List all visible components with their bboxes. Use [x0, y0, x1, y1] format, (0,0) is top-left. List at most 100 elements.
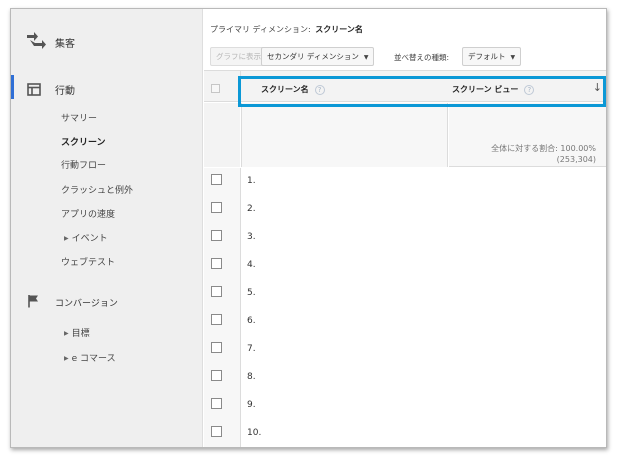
- table-header: スクリーン名? スクリーン ビュー? ↓: [204, 70, 606, 103]
- table-row[interactable]: 7.: [204, 336, 606, 364]
- sidebar-item-behavior[interactable]: 行動: [11, 77, 203, 99]
- plot-rows-label: グラフに表示: [216, 52, 261, 61]
- column-header-screen-name[interactable]: スクリーン名?: [261, 84, 325, 95]
- subitem-label: 目標: [71, 329, 90, 339]
- row-divider: [240, 196, 241, 224]
- row-index: 6.: [247, 316, 256, 326]
- row-divider: [240, 308, 241, 336]
- subitem-label: アプリの速度: [61, 210, 116, 220]
- row-checkbox[interactable]: [211, 426, 222, 437]
- sidebar-subitem-behavior-flow[interactable]: 行動フロー: [61, 158, 106, 171]
- summary-total: (253,304): [556, 155, 596, 164]
- row-check-band: [204, 252, 240, 280]
- row-checkbox[interactable]: [211, 398, 222, 409]
- sidebar-item-acquisition[interactable]: 集客: [11, 27, 203, 55]
- sidebar-subitem-web-tests[interactable]: ウェブテスト: [61, 255, 115, 268]
- subitem-label: イベント: [71, 234, 108, 244]
- caret-right-icon: ▶: [64, 235, 69, 242]
- sidebar-item-label: 集客: [55, 39, 75, 50]
- data-table: スクリーン名? スクリーン ビュー? ↓ 全体に対する割合: 100.00% (…: [204, 70, 606, 447]
- column-divider: [240, 71, 241, 103]
- secondary-dimension-dropdown[interactable]: セカンダリ ディメンション ▼: [261, 47, 375, 66]
- select-all-checkbox[interactable]: [211, 84, 220, 93]
- row-checkbox[interactable]: [211, 202, 222, 213]
- row-divider: [240, 168, 241, 196]
- row-index: 10.: [247, 428, 262, 438]
- row-divider: [240, 364, 241, 392]
- sidebar-subitem-events[interactable]: ▶ イベント: [64, 231, 108, 244]
- acquisition-arrows-icon: [24, 29, 46, 55]
- sidebar-item-label: 行動: [55, 86, 75, 97]
- row-index: 4.: [247, 260, 256, 270]
- table-row[interactable]: 2.: [204, 196, 606, 224]
- table-row[interactable]: 1.: [204, 168, 606, 196]
- table-row[interactable]: 5.: [204, 280, 606, 308]
- sidebar-subitem-crashes[interactable]: クラッシュと例外: [61, 183, 133, 196]
- subitem-label: ウェブテスト: [61, 258, 116, 268]
- row-divider: [240, 224, 241, 252]
- subitem-label: クラッシュと例外: [61, 186, 134, 196]
- sort-type-value: デフォルト: [468, 52, 506, 61]
- row-check-band: [204, 364, 240, 392]
- table-toolbar: グラフに表示 セカンダリ ディメンション ▼ 並べ替えの種類: デフォルト ▼: [204, 45, 606, 69]
- help-icon[interactable]: ?: [524, 85, 535, 95]
- subitem-label: サマリー: [61, 114, 98, 124]
- help-icon[interactable]: ?: [314, 85, 325, 95]
- summary-value-cell: 全体に対する割合: 100.00% (253,304): [449, 103, 606, 167]
- table-row[interactable]: 10.: [204, 420, 606, 447]
- row-checkbox[interactable]: [211, 370, 222, 381]
- primary-dimension-label: プライマリ ディメンション:: [210, 25, 311, 34]
- row-check-band: [204, 392, 240, 420]
- sidebar-item-conversions[interactable]: コンバージョン: [11, 291, 203, 313]
- row-divider: [240, 336, 241, 364]
- sort-descending-icon[interactable]: ↓: [593, 81, 602, 94]
- sidebar-subitem-app-speed[interactable]: アプリの速度: [61, 207, 115, 220]
- sidebar-subitem-summary[interactable]: サマリー: [61, 111, 97, 124]
- row-check-band: [204, 196, 240, 224]
- row-checkbox[interactable]: [211, 230, 222, 241]
- table-row[interactable]: 9.: [204, 392, 606, 420]
- table-row[interactable]: 8.: [204, 364, 606, 392]
- plot-rows-button[interactable]: グラフに表示: [210, 47, 267, 66]
- table-row[interactable]: 4.: [204, 252, 606, 280]
- primary-dimension-value[interactable]: スクリーン名: [315, 25, 363, 34]
- summary-name-cell: [241, 103, 448, 167]
- row-divider: [240, 252, 241, 280]
- sidebar-subitem-ecommerce[interactable]: ▶ e コマース: [64, 351, 116, 364]
- column-header-screen-views[interactable]: スクリーン ビュー?: [452, 84, 535, 95]
- table-row[interactable]: 6.: [204, 308, 606, 336]
- row-divider: [240, 392, 241, 420]
- row-check-band: [204, 308, 240, 336]
- row-check-band: [204, 336, 240, 364]
- caret-right-icon: ▶: [64, 330, 69, 337]
- secondary-dimension-label: セカンダリ ディメンション: [267, 52, 359, 61]
- sidebar-item-label: コンバージョン: [55, 299, 118, 309]
- chevron-down-icon: ▼: [510, 54, 516, 61]
- subitem-label: e コマース: [71, 354, 116, 364]
- column-header-label: スクリーン ビュー: [452, 85, 519, 94]
- chevron-down-icon: ▼: [363, 54, 369, 61]
- summary-check-band: [204, 103, 240, 167]
- behavior-layout-icon: [27, 81, 41, 100]
- table-row[interactable]: 3.: [204, 224, 606, 252]
- row-index: 8.: [247, 372, 256, 382]
- row-index: 7.: [247, 344, 256, 354]
- row-checkbox[interactable]: [211, 174, 222, 185]
- sort-type-dropdown[interactable]: デフォルト ▼: [462, 47, 522, 66]
- subitem-label: 行動フロー: [61, 161, 107, 171]
- column-header-label: スクリーン名: [261, 85, 309, 94]
- row-divider: [240, 280, 241, 308]
- sidebar-subitem-screens[interactable]: スクリーン: [61, 135, 106, 148]
- summary-row: 全体に対する割合: 100.00% (253,304): [204, 103, 606, 167]
- subitem-label: スクリーン: [61, 138, 106, 148]
- analytics-window: 集客 行動 サマリー スクリーン 行動フロー クラッシュと例外 アプリの速度 ▶…: [10, 8, 607, 448]
- report-panel: プライマリ ディメンション: スクリーン名 グラフに表示 セカンダリ ディメンシ…: [204, 9, 606, 447]
- row-checkbox[interactable]: [211, 342, 222, 353]
- row-checkbox[interactable]: [211, 258, 222, 269]
- row-check-band: [204, 420, 240, 447]
- flag-icon: [27, 293, 39, 312]
- row-checkbox[interactable]: [211, 314, 222, 325]
- row-index: 9.: [247, 400, 256, 410]
- sidebar-subitem-goals[interactable]: ▶ 目標: [64, 326, 90, 339]
- row-checkbox[interactable]: [211, 286, 222, 297]
